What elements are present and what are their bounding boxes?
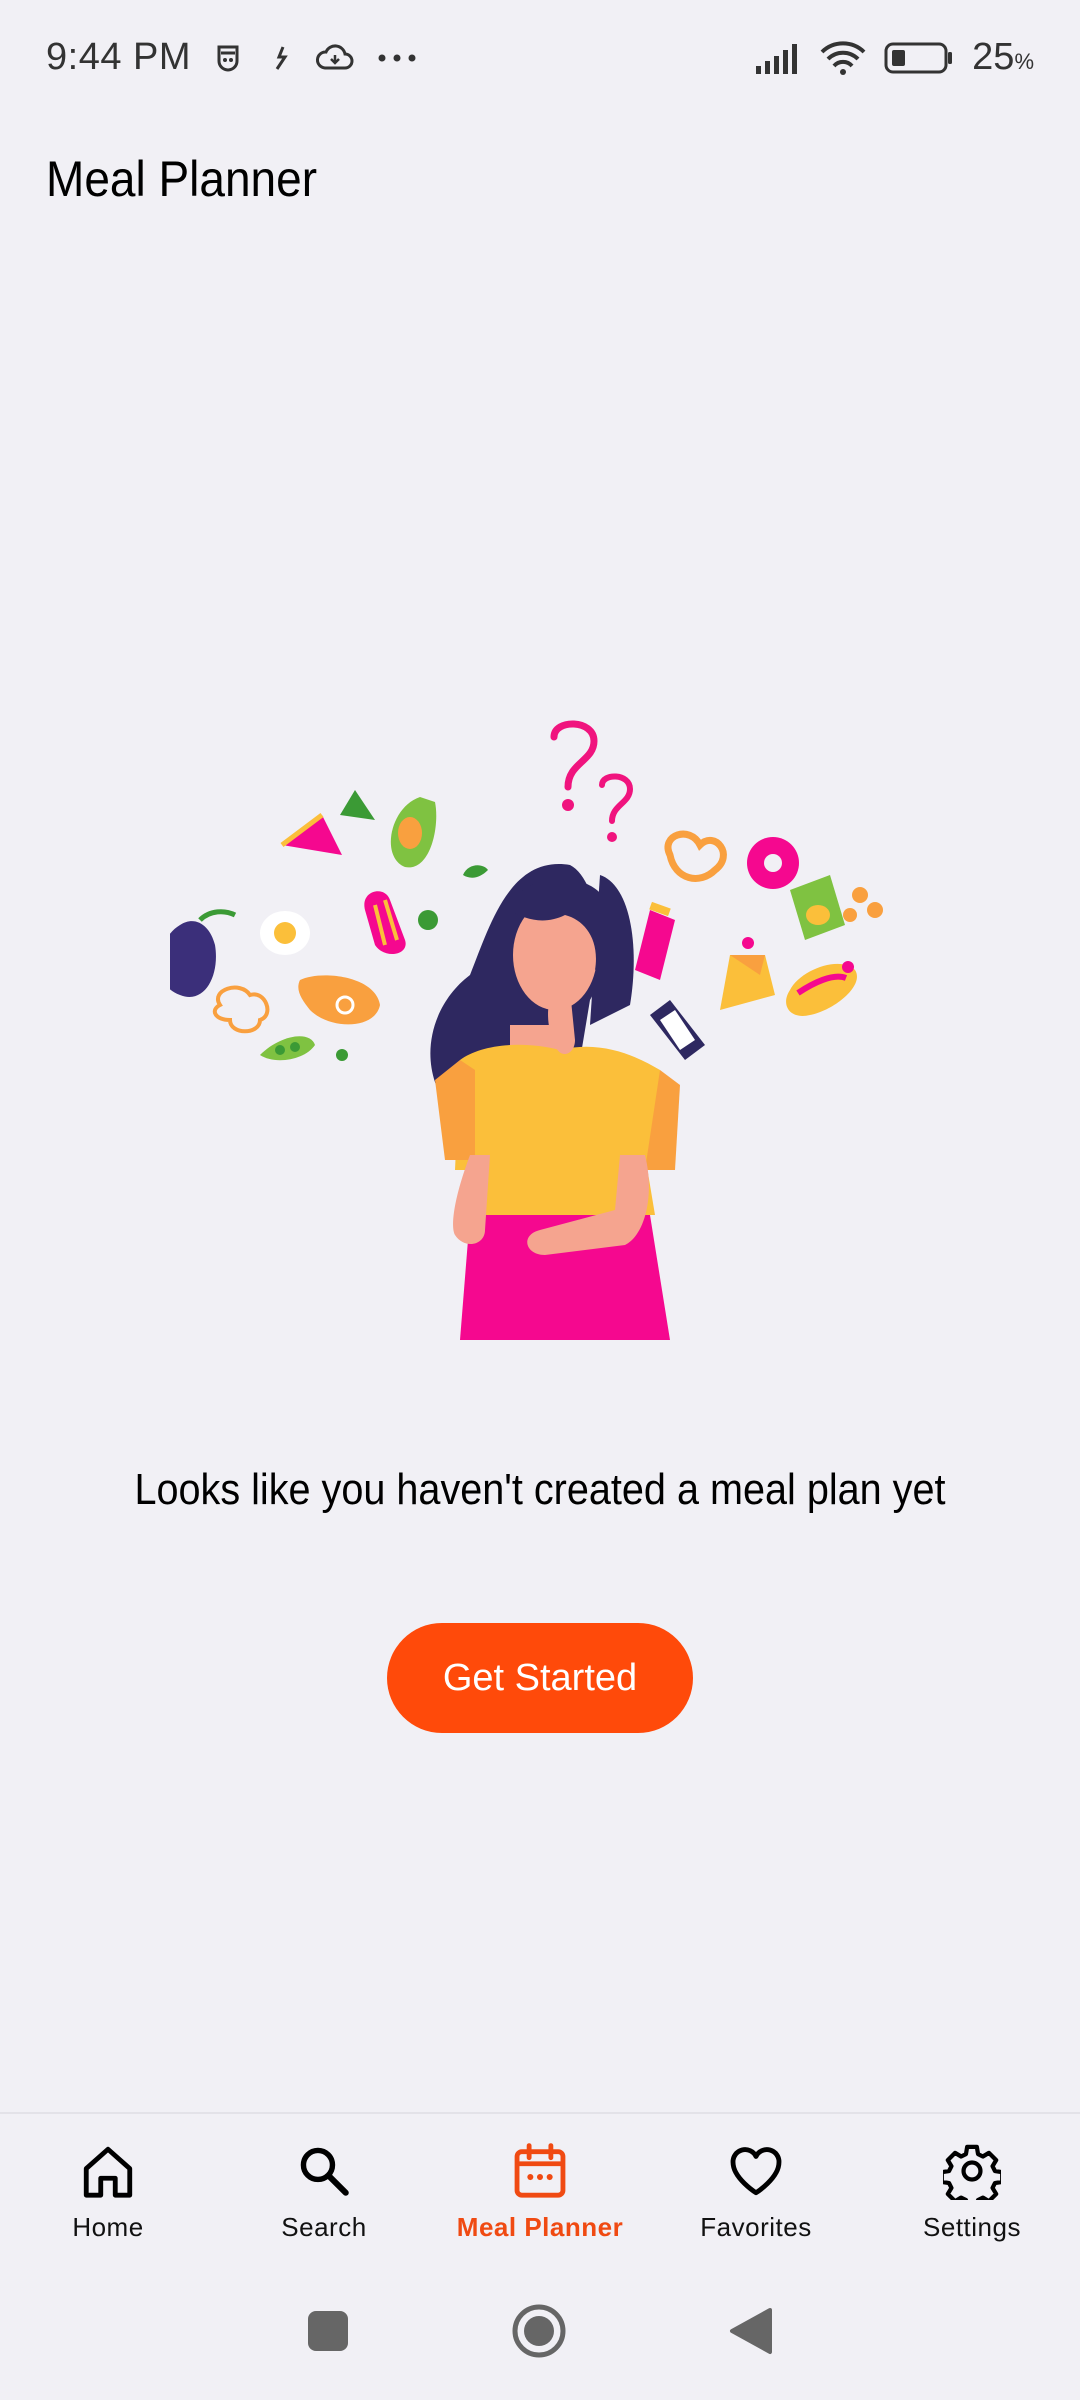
signal-icon xyxy=(754,42,802,74)
status-time: 9:44 PM xyxy=(46,36,192,78)
nav-label-home: Home xyxy=(72,2212,144,2242)
gear-icon xyxy=(943,2144,1001,2200)
nav-item-home[interactable]: Home xyxy=(0,2114,216,2262)
nav-label-search: Search xyxy=(281,2212,367,2242)
bottom-nav: Home Search Meal Planner Favorites Setti… xyxy=(0,2112,1080,2262)
nav-label-favorites: Favorites xyxy=(700,2212,812,2242)
search-icon xyxy=(300,2147,349,2196)
nav-label-meal-planner: Meal Planner xyxy=(456,2212,624,2242)
cloud-icon xyxy=(315,43,355,73)
nav-label-settings: Settings xyxy=(923,2212,1021,2242)
nav-item-meal-planner[interactable]: Meal Planner xyxy=(432,2114,648,2262)
nav-item-favorites[interactable]: Favorites xyxy=(648,2114,864,2262)
home-button[interactable] xyxy=(510,2302,568,2360)
battery-icon xyxy=(884,41,954,75)
get-started-button[interactable]: Get Started xyxy=(387,1623,693,1733)
back-triangle-icon xyxy=(730,2308,772,2354)
heart-icon xyxy=(730,2147,782,2196)
recents-button[interactable] xyxy=(306,2309,350,2353)
calendar-icon xyxy=(514,2143,566,2198)
nav-item-settings[interactable]: Settings xyxy=(864,2114,1080,2262)
system-nav-bar xyxy=(0,2262,1080,2400)
more-icon xyxy=(377,53,417,63)
battery-percent: 25% xyxy=(972,36,1034,78)
sync-icon xyxy=(265,41,293,75)
home-icon xyxy=(83,2146,133,2198)
empty-state-message: Looks like you haven't created a meal pl… xyxy=(134,1465,946,1514)
status-bar: 9:44 PM 25% xyxy=(0,0,1080,115)
thinking-woman-food-illustration xyxy=(159,715,910,1380)
square-icon xyxy=(308,2311,348,2351)
page-title: Meal Planner xyxy=(46,151,318,207)
wifi-icon xyxy=(820,40,866,75)
circle-icon xyxy=(512,2304,566,2358)
nav-item-search[interactable]: Search xyxy=(216,2114,432,2262)
face-icon xyxy=(213,41,243,75)
meal-planner-screen: 9:44 PM 25% Meal Planner Looks like you … xyxy=(0,0,1080,2400)
back-button[interactable] xyxy=(728,2306,774,2356)
